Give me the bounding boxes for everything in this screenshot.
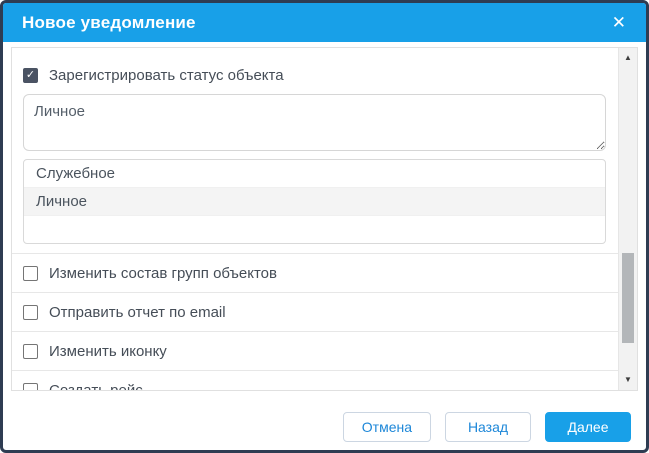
scroll-down-icon[interactable]: ▼ (619, 375, 637, 385)
list-item[interactable]: Служебное (24, 160, 605, 188)
create-trip-row[interactable]: Создать рейс (12, 370, 618, 390)
change-groups-checkbox[interactable] (23, 266, 38, 281)
dialog-footer: Отмена Назад Далее (3, 394, 646, 450)
check-icon: ✓ (26, 70, 35, 81)
list-item[interactable]: Личное (24, 188, 605, 216)
dialog-title: Новое уведомление (22, 13, 196, 33)
status-listbox: Служебное Личное (23, 159, 606, 244)
cancel-button[interactable]: Отмена (343, 412, 431, 442)
change-icon-checkbox[interactable] (23, 344, 38, 359)
send-email-checkbox[interactable] (23, 305, 38, 320)
new-notification-dialog: Новое уведомление ✕ ✓ Зарегистрировать с… (0, 0, 649, 453)
scroll-panel: ✓ Зарегистрировать статус объекта Личное… (11, 47, 638, 391)
register-status-checkbox[interactable]: ✓ (23, 68, 38, 83)
change-icon-label: Изменить иконку (49, 343, 167, 360)
dialog-header: Новое уведомление ✕ (3, 3, 646, 42)
send-email-label: Отправить отчет по email (49, 304, 226, 321)
scroll-up-icon[interactable]: ▲ (619, 53, 637, 63)
change-groups-label: Изменить состав групп объектов (49, 265, 277, 282)
status-textarea[interactable]: Личное (23, 94, 606, 151)
register-status-section: ✓ Зарегистрировать статус объекта Личное… (12, 48, 618, 244)
dialog-body: ✓ Зарегистрировать статус объекта Личное… (3, 42, 646, 394)
vertical-scrollbar[interactable]: ▲ ▼ (618, 48, 637, 390)
create-trip-label: Создать рейс (49, 382, 143, 391)
scrollbar-thumb[interactable] (622, 253, 634, 343)
change-groups-row[interactable]: Изменить состав групп объектов (12, 253, 618, 292)
create-trip-checkbox[interactable] (23, 383, 38, 391)
register-status-label: Зарегистрировать статус объекта (49, 67, 284, 84)
close-icon[interactable]: ✕ (608, 12, 630, 33)
next-button[interactable]: Далее (545, 412, 631, 442)
register-status-row[interactable]: ✓ Зарегистрировать статус объекта (12, 60, 618, 90)
back-button[interactable]: Назад (445, 412, 531, 442)
send-email-row[interactable]: Отправить отчет по email (12, 292, 618, 331)
scroll-content: ✓ Зарегистрировать статус объекта Личное… (12, 48, 618, 390)
change-icon-row[interactable]: Изменить иконку (12, 331, 618, 370)
